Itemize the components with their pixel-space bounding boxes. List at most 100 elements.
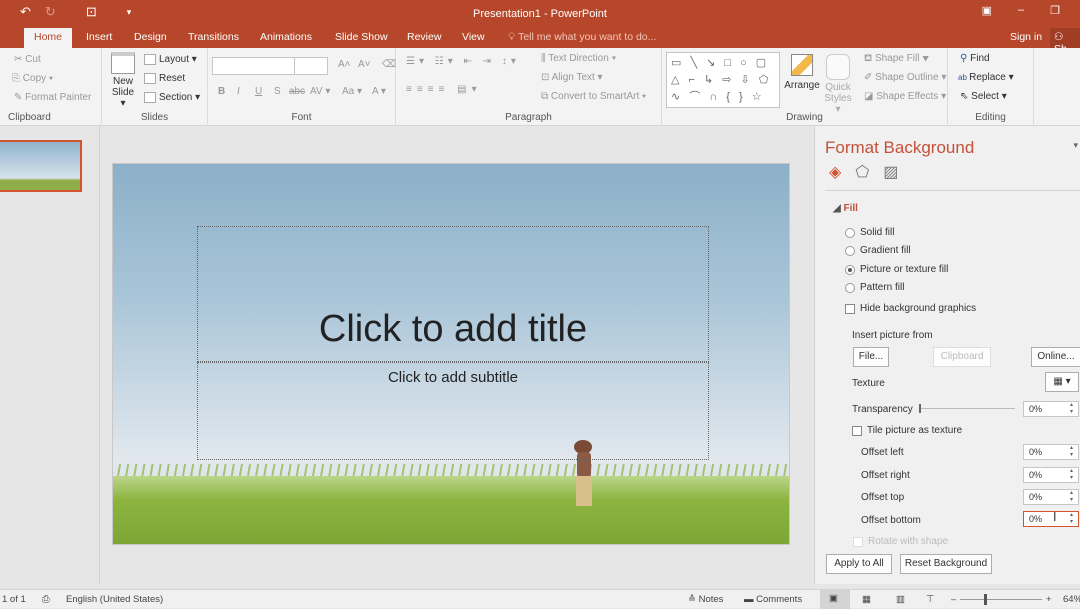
zoom-in-button[interactable]: +: [1046, 594, 1052, 605]
title-placeholder[interactable]: Click to add title: [197, 226, 709, 362]
pattern-fill-radio[interactable]: [845, 282, 855, 293]
spell-check-icon[interactable]: ⎙: [42, 594, 50, 605]
ribbon-display-icon[interactable]: ▣: [982, 4, 992, 17]
italic-button[interactable]: I: [237, 86, 240, 97]
tile-option[interactable]: Tile picture as texture: [852, 425, 962, 436]
gradient-fill-option[interactable]: Gradient fill: [845, 245, 911, 256]
pane-options-icon[interactable]: ▾: [1073, 140, 1078, 151]
font-size-combo[interactable]: [294, 57, 328, 75]
tell-me-search[interactable]: 💡︎ Tell me what you want to do...: [508, 31, 656, 44]
tile-checkbox[interactable]: [852, 425, 862, 436]
notes-button[interactable]: ≙ Notes: [688, 594, 723, 605]
language-indicator[interactable]: English (United States): [66, 594, 163, 605]
shapes-gallery[interactable]: ▭ ╲ ↘ □ ○ ▢ △ ⌐ ↳ ⇨ ⇩ ⬠ ∿ ⌒ ∩ { } ☆: [666, 52, 780, 108]
file-button[interactable]: File...: [853, 347, 889, 367]
share-button[interactable]: ⚇ Sh: [1050, 28, 1080, 55]
shape-fill-button[interactable]: ⛾ Shape Fill ▾: [864, 53, 929, 66]
solid-fill-option[interactable]: Solid fill: [845, 227, 894, 238]
picture-tab-icon[interactable]: ▨: [883, 162, 898, 182]
minimize-button[interactable]: –: [1018, 4, 1024, 17]
online-button[interactable]: Online...: [1031, 347, 1080, 367]
tab-insert[interactable]: Insert: [86, 31, 112, 43]
shrink-font-button[interactable]: A˅: [358, 59, 371, 70]
tab-home[interactable]: Home: [24, 28, 73, 48]
tab-review[interactable]: Review: [407, 31, 441, 43]
select-button[interactable]: ⇖ Select ▾: [960, 91, 1007, 102]
change-case-button[interactable]: Aa ▾: [342, 86, 362, 97]
reset-button[interactable]: Reset: [144, 73, 185, 84]
new-slide-button[interactable]: New Slide ▾: [108, 52, 138, 109]
hide-bg-option[interactable]: Hide background graphics: [845, 303, 976, 314]
apply-to-all-button[interactable]: Apply to All: [826, 554, 892, 574]
pattern-fill-option[interactable]: Pattern fill: [845, 282, 904, 293]
character-spacing-button[interactable]: AV ▾: [310, 86, 330, 97]
tab-view[interactable]: View: [462, 31, 485, 43]
solid-fill-radio[interactable]: [845, 227, 855, 238]
slideshow-button[interactable]: ⊤: [926, 594, 934, 605]
clipboard-button[interactable]: Clipboard: [933, 347, 991, 367]
tab-design[interactable]: Design: [134, 31, 167, 43]
person-icon: ⚇: [1054, 31, 1064, 43]
fill-section-header[interactable]: ◢ Fill: [833, 203, 858, 214]
offset-left-input[interactable]: 0%: [1023, 444, 1079, 460]
zoom-slider-thumb[interactable]: [984, 594, 987, 605]
restore-button[interactable]: ❐: [1050, 4, 1060, 17]
section-button[interactable]: Section ▾: [144, 92, 200, 103]
replace-button[interactable]: ab Replace ▾: [958, 72, 1014, 83]
comments-button[interactable]: ▬ Comments: [744, 594, 802, 605]
tab-transitions[interactable]: Transitions: [188, 31, 239, 43]
strikethrough-button[interactable]: abc: [289, 86, 305, 97]
transparency-slider[interactable]: [919, 404, 1015, 413]
subtitle-placeholder[interactable]: Click to add subtitle: [197, 362, 709, 460]
picture-fill-radio[interactable]: [845, 264, 855, 275]
quick-styles-button[interactable]: Quick Styles ▾: [822, 54, 854, 115]
transparency-slider-thumb[interactable]: [919, 404, 921, 413]
font-color-button[interactable]: A ▾: [372, 86, 386, 97]
slide-thumbnail-1[interactable]: [0, 140, 82, 192]
bold-button[interactable]: B: [218, 86, 225, 97]
offset-right-input[interactable]: 0%: [1023, 467, 1079, 483]
hide-bg-checkbox[interactable]: [845, 303, 855, 314]
offset-bottom-input[interactable]: 0%: [1023, 511, 1079, 527]
grow-font-button[interactable]: A˄: [338, 59, 351, 70]
texture-icon: ▦ ▾: [1053, 376, 1071, 387]
tab-animations[interactable]: Animations: [260, 31, 312, 43]
shape-outline-button[interactable]: ✐ Shape Outline ▾: [864, 72, 946, 83]
reading-view-button[interactable]: ▥: [896, 594, 905, 605]
offset-top-input[interactable]: 0%: [1023, 489, 1079, 505]
effects-tab-icon[interactable]: ⬠: [855, 162, 869, 182]
reset-background-button[interactable]: Reset Background: [900, 554, 992, 574]
slide-sorter-button[interactable]: ▦: [862, 594, 871, 605]
zoom-level[interactable]: 64%: [1063, 594, 1080, 605]
fill-tab-icon[interactable]: ◈: [829, 162, 841, 182]
clear-formatting-icon[interactable]: ⌫: [382, 59, 396, 70]
list-buttons[interactable]: ☰▾ ☷▾ ⇤ ⇥ ↕▾: [406, 56, 520, 67]
texture-picker[interactable]: ▦ ▾: [1045, 372, 1079, 392]
normal-view-button[interactable]: ▣: [820, 590, 850, 609]
align-text-button[interactable]: ⊡ Align Text ▾: [541, 72, 603, 83]
gradient-fill-radio[interactable]: [845, 245, 855, 256]
arrange-button[interactable]: Arrange: [784, 54, 820, 91]
slide[interactable]: Click to add title Click to add subtitle: [112, 163, 790, 545]
zoom-slider[interactable]: [960, 594, 1042, 605]
convert-smartart-button[interactable]: ⧉ Convert to SmartArt ▾: [541, 91, 646, 102]
alignment-buttons[interactable]: ≡≡≡≡ ▤▾: [406, 84, 482, 95]
transparency-input[interactable]: 0%: [1023, 401, 1079, 417]
shape-effects-button[interactable]: ◪ Shape Effects ▾: [864, 91, 946, 102]
text-shadow-button[interactable]: S: [274, 86, 281, 97]
editing-label: Editing: [975, 112, 1006, 123]
sign-in-link[interactable]: Sign in: [1010, 31, 1042, 43]
font-name-combo[interactable]: [212, 57, 296, 75]
find-button[interactable]: ⚲ Find: [960, 53, 990, 64]
layout-button[interactable]: Layout ▾: [144, 54, 197, 65]
format-painter-button[interactable]: ✎ Format Painter: [14, 92, 91, 103]
underline-button[interactable]: U: [255, 86, 262, 97]
cut-button[interactable]: ✂ Cut: [14, 54, 41, 65]
paint-bucket-icon: ⛾: [864, 53, 875, 64]
ribbon: ✂ Cut ⎘ Copy ▾ ✎ Format Painter Clipboar…: [0, 48, 1080, 126]
tab-slide-show[interactable]: Slide Show: [335, 31, 388, 43]
text-direction-button[interactable]: ⫼ Text Direction ▾: [541, 53, 616, 64]
copy-button[interactable]: ⎘ Copy ▾: [12, 73, 53, 84]
zoom-out-button[interactable]: –: [951, 594, 956, 605]
picture-fill-option[interactable]: Picture or texture fill: [845, 264, 948, 275]
